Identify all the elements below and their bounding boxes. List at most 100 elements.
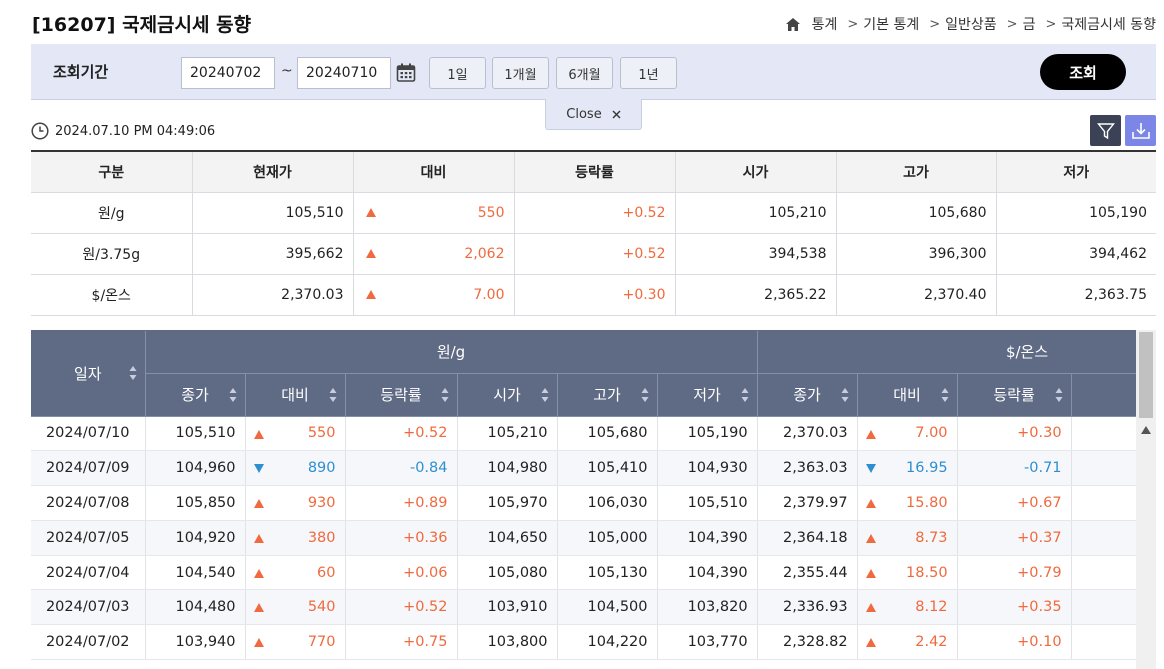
scrollbar-thumb[interactable] (1139, 332, 1153, 418)
triangle-up-icon (253, 638, 264, 648)
table-row: 2024/07/10 105,510 550 +0.52 105,210 105,680 1… (31, 416, 1156, 452)
column-header[interactable]: 등락률 (957, 373, 1072, 417)
table-cell: 103,910 (457, 589, 558, 626)
download-icon (1131, 122, 1150, 139)
cell-value: 105,850 (175, 494, 236, 511)
cell-value: 105,130 (587, 564, 648, 581)
column-header[interactable]: 종가 (757, 373, 858, 417)
breadcrumb: 통계 > 기본 통계 > 일반상품 > 금 > 국제금시세 동향 (785, 14, 1156, 34)
table-cell: +0.52 (345, 416, 458, 452)
column-header[interactable]: 저가 (657, 373, 758, 417)
breadcrumb-item[interactable]: 금 (1023, 14, 1036, 34)
column-header[interactable]: 시가 (457, 373, 558, 417)
triangle-up-icon (365, 289, 376, 299)
triangle-up-icon (865, 603, 876, 613)
cell-value: 2,370.40 (924, 286, 987, 303)
cell-value: 2024/07/05 (45, 529, 130, 546)
cell-value: 2,363.03 (782, 460, 848, 477)
table-cell: 2024/07/03 (31, 589, 146, 626)
period-1month-button[interactable]: 1개월 (492, 57, 549, 89)
column-header[interactable]: 고가 (557, 373, 658, 417)
start-date-input[interactable] (181, 57, 275, 89)
close-search-panel-button[interactable]: Close (545, 99, 642, 130)
cell-value: 105,680 (928, 204, 987, 221)
cell-value: 2,379.97 (782, 494, 848, 511)
table-row: 2024/07/02 103,940 770 +0.75 103,800 104,220 1… (31, 624, 1156, 661)
breadcrumb-item[interactable]: 기본 통계 (863, 14, 919, 34)
cell-value: +0.30 (622, 286, 666, 303)
period-1day-button[interactable]: 1일 (429, 57, 486, 89)
cell-value: 103,820 (687, 599, 748, 616)
triangle-up-icon (253, 603, 264, 613)
table-row: 2024/07/04 104,540 60 +0.06 105,080 105,130 10… (31, 555, 1156, 591)
calendar-button[interactable] (391, 57, 421, 89)
sort-icon (441, 387, 448, 402)
table-cell: 7.00 (857, 416, 958, 452)
cell-value: 105,080 (487, 564, 548, 581)
scroll-up-arrow-icon[interactable] (1140, 425, 1152, 435)
table-cell: 2,363.03 (757, 450, 858, 487)
table-cell: 104,480 (145, 589, 246, 626)
table-cell: 104,220 (557, 624, 658, 661)
date-column-header[interactable]: 일자 (31, 331, 146, 417)
table-cell: 원/g (31, 192, 192, 234)
breadcrumb-item[interactable]: 일반상품 (945, 14, 997, 34)
table-cell: 394,462 (995, 233, 1156, 275)
vertical-scrollbar[interactable] (1136, 330, 1156, 669)
table-row: 2024/07/05 104,920 380 +0.36 104,650 105,000 1… (31, 520, 1156, 556)
table-cell: 104,920 (145, 520, 246, 556)
cell-value: 60 (317, 564, 336, 581)
table-cell: 15.80 (857, 485, 958, 521)
sort-icon (641, 387, 648, 402)
table-cell: 2024/07/02 (31, 624, 146, 661)
filter-button[interactable] (1090, 115, 1121, 146)
table-row: 2024/07/09 104,960 890 -0.84 104,980 105,410 1… (31, 450, 1156, 487)
column-header-label: 저가 (693, 386, 721, 404)
triangle-up-icon (865, 499, 876, 509)
table-cell: 2,363.75 (995, 274, 1156, 316)
daily-table-container[interactable]: 일자 원/g $/온스 종가대비등락률시가고가저가종가대비등락률시가 2024/… (31, 330, 1156, 669)
column-header: 시가 (674, 150, 836, 193)
column-header-label: 고가 (593, 386, 621, 404)
cell-value: 2,364.18 (782, 529, 848, 546)
breadcrumb-item[interactable]: 통계 (812, 14, 838, 34)
table-cell: 2024/07/05 (31, 520, 146, 556)
page-title: [16207] 국제금시세 동향 (32, 14, 252, 36)
period-1year-button[interactable]: 1년 (620, 57, 677, 89)
breadcrumb-item[interactable]: 국제금시세 동향 (1061, 14, 1156, 34)
table-cell: +0.36 (345, 520, 458, 556)
table-cell: 16.95 (857, 450, 958, 487)
column-header-label: 등락률 (380, 386, 422, 404)
table-row: 2024/07/08 105,850 930 +0.89 105,970 106,030 1… (31, 485, 1156, 521)
cell-value: +0.06 (403, 564, 448, 581)
column-header[interactable]: 종가 (145, 373, 246, 417)
cell-value: 2,365.22 (764, 286, 827, 303)
cell-value: +0.37 (1017, 529, 1062, 546)
sort-icon (129, 366, 136, 381)
table-cell: 380 (245, 520, 346, 556)
cell-value: 890 (307, 460, 336, 477)
download-button[interactable] (1125, 115, 1156, 146)
table-cell: +0.89 (345, 485, 458, 521)
cell-value: 104,650 (487, 529, 548, 546)
home-icon[interactable] (785, 17, 800, 31)
cell-value: 원/3.75g (82, 246, 141, 263)
cell-value: 106,030 (587, 494, 648, 511)
column-header[interactable]: 대비 (245, 373, 346, 417)
triangle-up-icon (865, 638, 876, 648)
query-button[interactable]: 조회 (1040, 54, 1126, 90)
column-header[interactable]: 등락률 (345, 373, 458, 417)
cell-value: 105,680 (587, 425, 648, 442)
cell-value: 105,000 (587, 529, 648, 546)
cell-value: 8.12 (915, 599, 948, 616)
table-cell: 104,930 (657, 450, 758, 487)
period-6month-button[interactable]: 6개월 (556, 57, 613, 89)
cell-value: 2,370.03 (281, 286, 344, 303)
table-cell: 550 (245, 416, 346, 452)
table-cell: 105,080 (457, 555, 558, 591)
end-date-input[interactable] (297, 57, 391, 89)
table-cell: +0.10 (957, 624, 1072, 661)
table-cell: -0.84 (345, 450, 458, 487)
column-header[interactable]: 대비 (857, 373, 958, 417)
cell-value: 396,300 (928, 245, 987, 262)
